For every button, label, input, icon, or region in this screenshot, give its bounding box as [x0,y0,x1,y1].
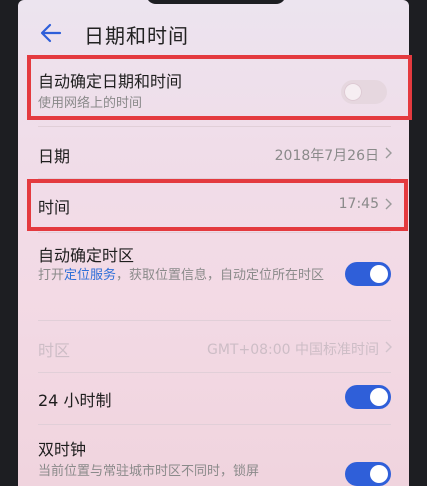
toggle-knob [370,465,388,483]
hour24-row[interactable]: 24 小时制 [18,374,409,420]
settings-screen: 日期和时间 自动确定日期和时间 使用网络上的时间 日期 2018年7月26日 时… [18,0,409,486]
timezone-row: 时区 GMT+08:00 中国标准时间 [18,322,409,372]
date-label: 日期 [38,147,71,166]
time-value: 17:45 [338,196,379,212]
dual-clock-sub: 当前位置与常驻城市时区不同时，锁屏 [38,464,260,479]
timezone-value: GMT+08:00 中国标准时间 [206,342,379,358]
camera-notch [146,0,286,4]
date-value: 2018年7月26日 [274,148,379,164]
dual-clock-label: 双时钟 [38,440,87,459]
time-row[interactable]: 时间 17:45 [18,180,409,230]
divider [38,424,391,425]
chevron-right-icon [385,198,392,210]
chevron-right-icon [385,147,392,159]
sub-suffix: ，获取位置信息，自动定位所在时区 [116,268,325,283]
hour24-toggle[interactable] [345,385,391,409]
auto-timezone-label: 自动确定时区 [38,246,135,265]
divider [38,178,391,179]
timezone-label: 时区 [38,341,71,360]
dual-clock-row[interactable]: 双时钟 当前位置与常驻城市时区不同时，锁屏 [18,426,409,486]
toggle-knob [344,83,362,101]
dual-clock-toggle[interactable] [345,462,391,486]
divider [38,320,391,321]
toggle-knob [370,265,388,283]
chevron-right-icon [385,341,392,353]
auto-date-time-toggle[interactable] [341,80,387,104]
divider [38,372,391,373]
page-header: 日期和时间 [18,14,409,52]
auto-date-time-sub: 使用网络上的时间 [38,96,143,111]
sub-prefix: 打开 [38,268,65,283]
hour24-label: 24 小时制 [38,391,112,410]
auto-date-time-row[interactable]: 自动确定日期和时间 使用网络上的时间 [18,58,409,120]
location-service-link[interactable]: 定位服务 [64,268,116,283]
time-label: 时间 [38,198,71,217]
auto-timezone-toggle[interactable] [345,262,391,286]
page-title: 日期和时间 [84,24,189,48]
auto-date-time-label: 自动确定日期和时间 [38,72,183,91]
divider [38,232,391,233]
auto-timezone-row[interactable]: 自动确定时区 打开定位服务，获取位置信息，自动定位所在时区 [18,234,409,318]
toggle-knob [370,388,388,406]
date-row[interactable]: 日期 2018年7月26日 [18,128,409,178]
auto-timezone-sub: 打开定位服务，获取位置信息，自动定位所在时区 [38,266,338,286]
back-arrow-icon[interactable] [38,20,64,46]
divider [38,126,391,127]
